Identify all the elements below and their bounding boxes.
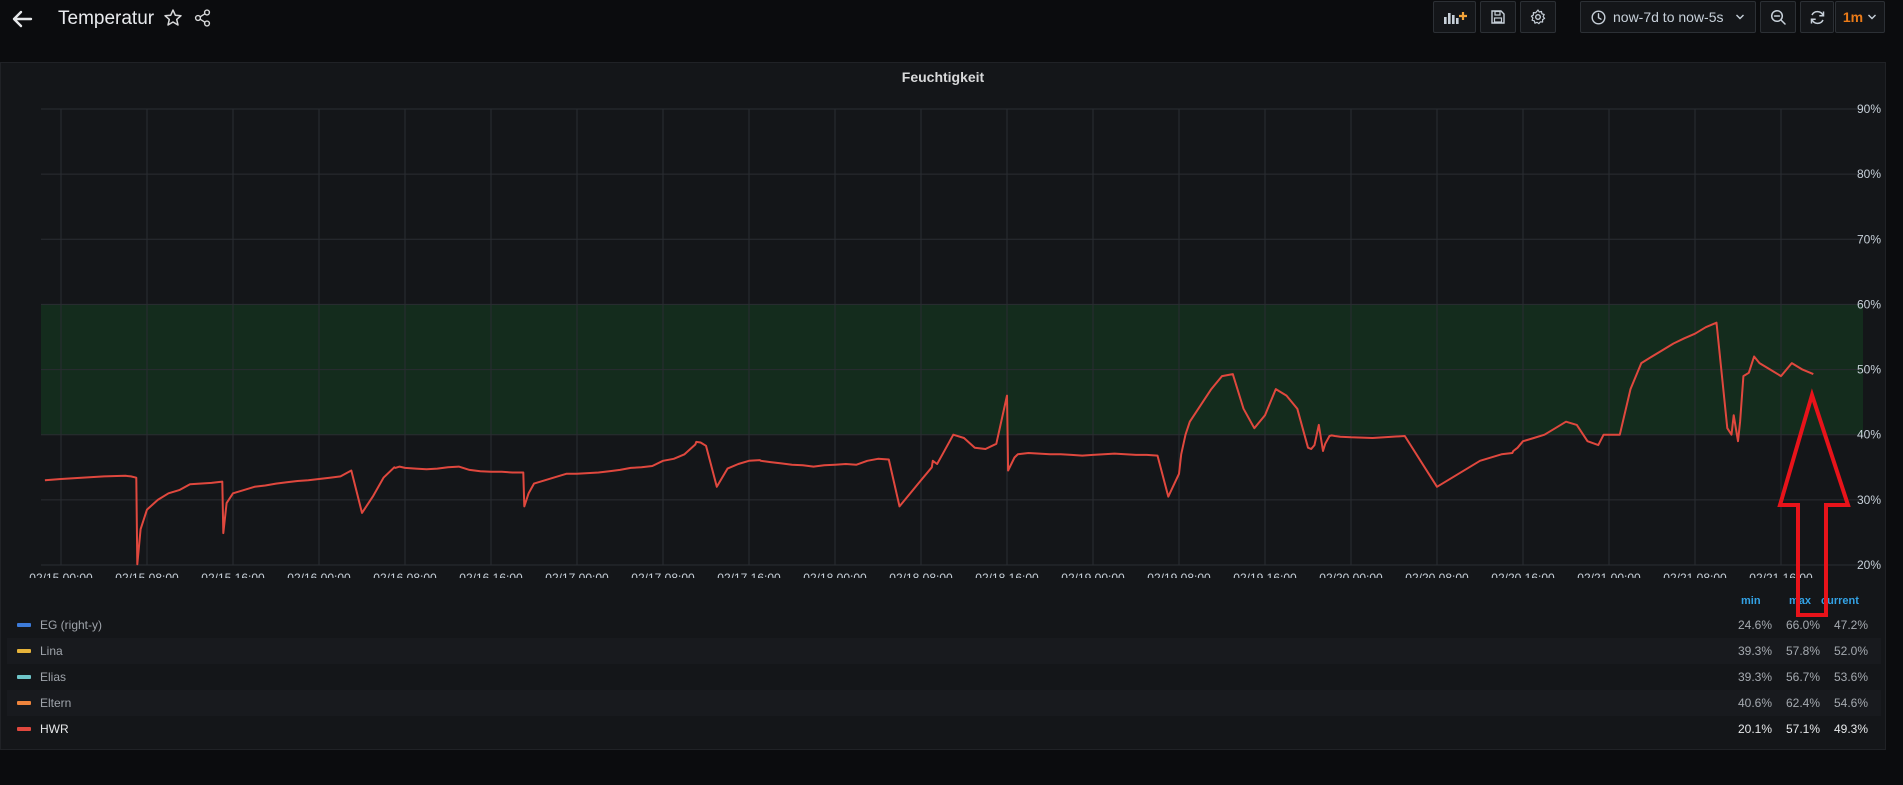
legend-color-swatch[interactable] (17, 623, 31, 627)
legend-series-name[interactable]: HWR (40, 722, 69, 736)
dashboard-title[interactable]: Temperatur (58, 8, 154, 30)
x-tick-label: 02/19 08:00 (1147, 571, 1211, 578)
y-tick-label: 70% (1857, 232, 1881, 246)
legend-value-max: 57.8% (1785, 644, 1820, 658)
legend-value-current: 53.6% (1833, 670, 1868, 684)
add-panel-icon (1443, 12, 1467, 24)
legend-row[interactable]: Eltern 40.6% 62.4% 54.6% (7, 690, 1881, 716)
share-icon (194, 9, 211, 27)
legend-value-min: 20.1% (1737, 722, 1772, 736)
dashboard-settings-button[interactable] (1520, 1, 1556, 33)
legend-value-max: 57.1% (1785, 722, 1820, 736)
chevron-down-icon (1736, 14, 1744, 20)
y-tick-label: 60% (1857, 297, 1881, 311)
y-tick-label: 30% (1857, 493, 1881, 507)
legend-value-min: 40.6% (1737, 696, 1772, 710)
y-tick-label: 20% (1857, 558, 1881, 572)
refresh-interval-picker[interactable]: 1m (1835, 1, 1885, 33)
y-tick-label: 90% (1857, 102, 1881, 116)
legend-row[interactable]: HWR 20.1% 57.1% 49.3% (7, 716, 1881, 742)
star-button[interactable] (163, 8, 185, 30)
x-tick-label: 02/18 08:00 (889, 571, 953, 578)
y-tick-label: 40% (1857, 428, 1881, 442)
y-tick-label: 80% (1857, 167, 1881, 181)
refresh-button[interactable] (1800, 1, 1834, 33)
x-tick-label: 02/16 00:00 (287, 571, 351, 578)
legend-row[interactable]: Elias 39.3% 56.7% 53.6% (7, 664, 1881, 690)
legend-column-current[interactable]: current (1821, 595, 1859, 607)
time-range-label: now-7d to now-5s (1613, 9, 1724, 25)
legend-value-current: 47.2% (1833, 618, 1868, 632)
x-tick-label: 02/15 16:00 (201, 571, 265, 578)
x-tick-label: 02/15 00:00 (29, 571, 93, 578)
x-tick-label: 02/15 08:00 (115, 571, 179, 578)
x-tick-label: 02/20 08:00 (1405, 571, 1469, 578)
legend-series-name[interactable]: Lina (40, 644, 63, 658)
x-tick-label: 02/17 00:00 (545, 571, 609, 578)
legend-value-max: 66.0% (1785, 618, 1820, 632)
x-tick-label: 02/21 00:00 (1577, 571, 1641, 578)
gear-icon (1530, 9, 1546, 25)
legend-color-swatch[interactable] (17, 675, 31, 679)
x-tick-label: 02/21 08:00 (1663, 571, 1727, 578)
y-tick-label: 50% (1857, 363, 1881, 377)
zoom-out-button[interactable] (1760, 1, 1796, 33)
x-tick-label: 02/18 16:00 (975, 571, 1039, 578)
time-range-picker[interactable]: now-7d to now-5s (1580, 1, 1756, 33)
legend-value-current: 49.3% (1833, 722, 1868, 736)
legend-value-max: 62.4% (1785, 696, 1820, 710)
legend-color-swatch[interactable] (17, 649, 31, 653)
x-tick-label: 02/17 08:00 (631, 571, 695, 578)
share-button[interactable] (193, 8, 215, 30)
x-tick-label: 02/21 16:00 (1749, 571, 1813, 578)
x-tick-label: 02/16 08:00 (373, 571, 437, 578)
x-tick-label: 02/20 16:00 (1491, 571, 1555, 578)
dashboard-navbar: Temperatur now-7d to now-5s 1m (0, 0, 1903, 44)
x-tick-label: 02/19 00:00 (1061, 571, 1125, 578)
x-tick-label: 02/16 16:00 (459, 571, 523, 578)
refresh-interval-label: 1m (1842, 9, 1864, 25)
clock-icon (1591, 9, 1606, 25)
refresh-icon (1810, 10, 1824, 24)
add-panel-button[interactable] (1433, 1, 1476, 33)
legend-row[interactable]: EG (right-y) 24.6% 66.0% 47.2% (7, 612, 1881, 638)
zoom-out-icon (1770, 9, 1786, 25)
star-icon (164, 9, 182, 26)
x-tick-label: 02/17 16:00 (717, 571, 781, 578)
legend-column-min[interactable]: min (1741, 595, 1761, 607)
chevron-down-icon (1868, 14, 1877, 20)
legend-column-max[interactable]: max (1789, 595, 1811, 607)
legend-value-min: 39.3% (1737, 644, 1772, 658)
legend-series-name[interactable]: Elias (40, 670, 66, 684)
save-dashboard-button[interactable] (1480, 1, 1516, 33)
legend-value-min: 24.6% (1737, 618, 1772, 632)
legend-row[interactable]: Lina 39.3% 57.8% 52.0% (7, 638, 1881, 664)
humidity-chart[interactable]: 20% 30% 40% 50% 60% 70% 80% 90% 02/15 00:00 02/15… (1, 63, 1887, 578)
legend-color-swatch[interactable] (17, 727, 31, 731)
legend-value-current: 54.6% (1833, 696, 1868, 710)
legend-series-name[interactable]: Eltern (40, 696, 71, 710)
x-tick-label: 02/19 16:00 (1233, 571, 1297, 578)
legend-value-current: 52.0% (1833, 644, 1868, 658)
arrow-left-icon (12, 10, 33, 28)
graph-panel: Feuchtigkeit 20% 30% 40% 50% 60% 70% 80% 90% 02/… (0, 62, 1886, 750)
x-tick-label: 02/20 00:00 (1319, 571, 1383, 578)
legend-value-max: 56.7% (1785, 670, 1820, 684)
legend-value-min: 39.3% (1737, 670, 1772, 684)
save-icon (1491, 10, 1505, 24)
back-button[interactable] (8, 6, 36, 32)
legend-color-swatch[interactable] (17, 701, 31, 705)
legend-series-name[interactable]: EG (right-y) (40, 618, 102, 632)
x-tick-label: 02/18 00:00 (803, 571, 867, 578)
